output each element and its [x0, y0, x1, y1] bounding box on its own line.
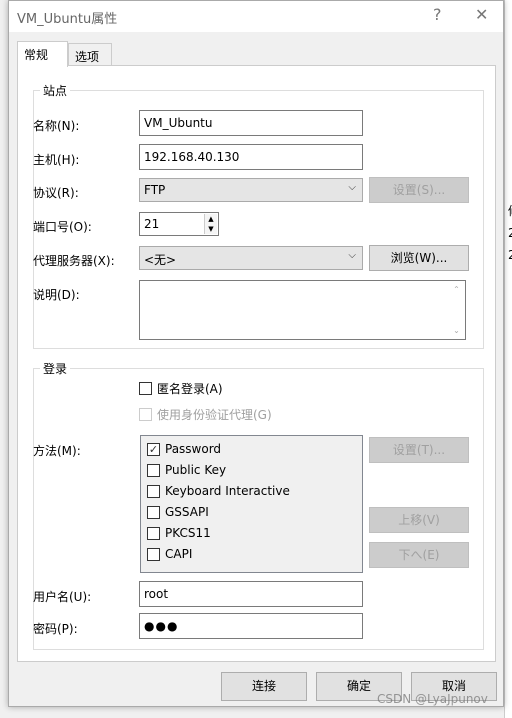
proxy-select[interactable]: <无> ⌵: [139, 246, 363, 270]
password-label: 密码(P):: [33, 622, 78, 636]
method-item-public-key[interactable]: Public Key: [147, 463, 226, 477]
method-list[interactable]: ✓ Password Public Key Keyboard Interactiv…: [140, 435, 363, 573]
method-item-capi[interactable]: CAPI: [147, 547, 192, 561]
move-up-button[interactable]: 上移(V): [369, 507, 469, 533]
username-label: 用户名(U):: [33, 590, 92, 604]
tab-general[interactable]: 常规: [17, 41, 68, 67]
method-label-text: Password: [165, 442, 222, 456]
checkbox-box[interactable]: [139, 382, 152, 395]
window-title: VM_Ubuntu属性: [17, 12, 118, 27]
method-settings-button[interactable]: 设置(T)...: [369, 437, 469, 463]
checkbox-box[interactable]: [147, 547, 160, 561]
browse-button[interactable]: 浏览(W)...: [369, 245, 469, 271]
chevron-down-icon: ⌵: [348, 182, 356, 193]
background-window: 修 2 2: [504, 0, 512, 718]
proxy-label: 代理服务器(X):: [33, 254, 115, 268]
method-label-text: CAPI: [165, 547, 193, 561]
method-item-pkcs11[interactable]: PKCS11: [147, 526, 211, 540]
proxy-value: <无>: [144, 253, 177, 267]
help-button[interactable]: ?: [433, 5, 442, 24]
move-down-button[interactable]: 下へ(E): [369, 542, 469, 568]
name-label: 名称(N):: [33, 119, 80, 133]
host-input[interactable]: 192.168.40.130: [139, 144, 363, 170]
description-label: 说明(D):: [33, 288, 80, 302]
site-legend: 站点: [40, 82, 71, 99]
checkbox-box[interactable]: [147, 484, 160, 498]
protocol-label: 协议(R):: [33, 186, 79, 200]
anonymous-checkbox[interactable]: 匿名登录(A): [139, 380, 223, 397]
connect-button[interactable]: 连接: [221, 672, 307, 701]
auth-agent-checkbox[interactable]: 使用身份验证代理(G): [139, 406, 272, 423]
method-label: 方法(M):: [33, 444, 81, 458]
chevron-down-icon: ⌵: [348, 250, 356, 261]
checkbox-box[interactable]: [139, 408, 152, 421]
protocol-value: FTP: [144, 183, 166, 197]
bg-text: 2: [508, 248, 512, 262]
anonymous-label: 匿名登录(A): [157, 382, 223, 396]
description-textarea[interactable]: [139, 280, 466, 340]
method-label-text: GSSAPI: [165, 505, 209, 519]
method-item-gssapi[interactable]: GSSAPI: [147, 505, 209, 519]
close-button[interactable]: ✕: [475, 5, 488, 24]
tab-panel-general: 站点 名称(N): VM_Ubuntu 主机(H): 192.168.40.13…: [17, 65, 496, 662]
bg-text: 修: [508, 202, 512, 219]
spin-up-icon[interactable]: ▲: [205, 214, 217, 224]
auth-agent-label: 使用身份验证代理(G): [157, 408, 272, 422]
username-input[interactable]: root: [139, 581, 363, 607]
title-bar: VM_Ubuntu属性 ? ✕: [9, 1, 503, 32]
login-legend: 登录: [40, 360, 71, 377]
method-label-text: Public Key: [165, 463, 227, 477]
bg-text: 2: [508, 226, 512, 240]
protocol-select[interactable]: FTP ⌵: [139, 178, 363, 202]
port-label: 端口号(O):: [33, 220, 92, 234]
password-input[interactable]: ●●●: [139, 613, 363, 639]
spin-down-icon[interactable]: ▼: [205, 224, 217, 234]
description-scrollbar[interactable]: ⌃ ⌄: [449, 282, 464, 338]
checkbox-box[interactable]: [147, 505, 160, 519]
check-icon[interactable]: ✓: [147, 442, 160, 456]
method-label-text: Keyboard Interactive: [165, 484, 290, 498]
tab-options[interactable]: 选项: [68, 43, 112, 66]
method-label-text: PKCS11: [165, 526, 211, 540]
protocol-settings-button[interactable]: 设置(S)...: [369, 177, 469, 203]
port-spinner[interactable]: ▲ ▼: [204, 214, 217, 234]
method-item-password[interactable]: ✓ Password: [147, 442, 221, 456]
method-item-keyboard-interactive[interactable]: Keyboard Interactive: [147, 484, 290, 498]
properties-dialog: VM_Ubuntu属性 ? ✕ 常规 选项 站点 名称(N): VM_Ubunt…: [8, 0, 504, 707]
checkbox-box[interactable]: [147, 463, 160, 477]
host-label: 主机(H):: [33, 153, 80, 167]
watermark: CSDN @LyaJpunov: [377, 692, 488, 706]
name-input[interactable]: VM_Ubuntu: [139, 110, 363, 136]
checkbox-box[interactable]: [147, 526, 160, 540]
